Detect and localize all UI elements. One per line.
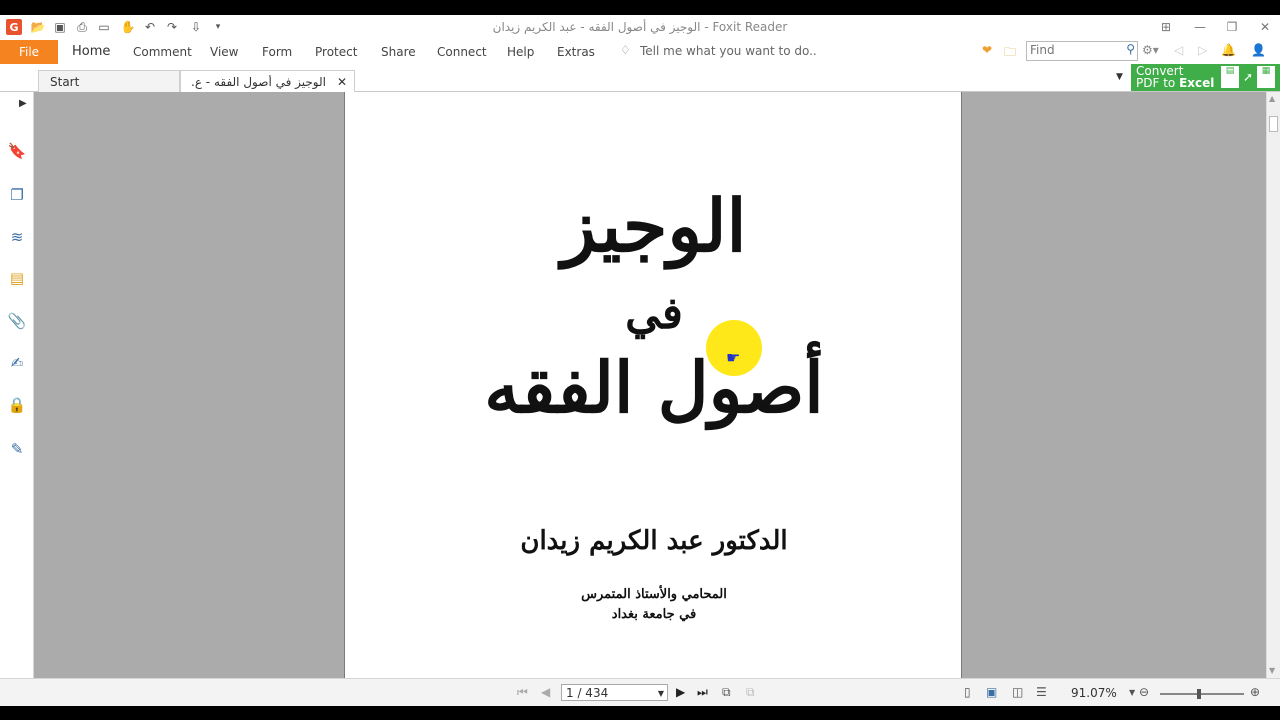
document-view[interactable]: الوجيز في أصول الفقه الدكتور عبد الكريم … (34, 92, 1266, 678)
find-input[interactable] (1027, 42, 1118, 58)
last-page-icon[interactable]: ⏭ (697, 685, 708, 700)
scroll-down-icon[interactable]: ▼ (1269, 666, 1275, 675)
ribbon-layout-icon[interactable]: ⊞ (1154, 17, 1178, 37)
minimize-button[interactable]: — (1188, 17, 1212, 37)
tab-document-label: الوجيز في أصول الفقه - ع... (191, 75, 326, 89)
hand-cursor-icon: ☛ (726, 348, 741, 367)
menu-connect[interactable]: Connect (437, 45, 487, 59)
next-page-icon[interactable]: ▶ (676, 685, 685, 699)
user-account-icon[interactable]: 👤 (1251, 43, 1266, 57)
page-dropdown-icon[interactable]: ▼ (658, 689, 664, 698)
heart-icon[interactable]: ❤ (982, 43, 992, 57)
tab-start[interactable]: Start (38, 70, 180, 92)
bookmark-icon[interactable]: 🔖 (6, 140, 28, 162)
settings-gear-icon[interactable]: ⚙▾ (1142, 43, 1159, 57)
title-bar: G 📂 ▣ ⎙ ▭ ✋ ↶ ↷ ⇩ ▾ الوجيز في أصول الفقه… (0, 15, 1280, 40)
next-view-icon[interactable]: ⧉ (746, 685, 755, 700)
first-page-icon[interactable]: ⏮ (517, 685, 528, 700)
black-border-bottom (0, 706, 1280, 720)
menu-file[interactable]: File (0, 40, 58, 64)
convert-pdf-to-excel-banner[interactable]: Convert PDF to Excel ▤ ➚ ▦ (1131, 64, 1280, 91)
close-tab-icon[interactable]: ✕ (337, 75, 347, 89)
author-name: الدكتور عبد الكريم زيدان (520, 526, 788, 556)
previous-page-icon[interactable]: ◀ (541, 685, 550, 699)
expand-panel-icon[interactable]: ▶ (19, 98, 27, 109)
zoom-out-icon[interactable]: ⊖ (1139, 685, 1149, 699)
page-number-field[interactable]: 1 / 434 ▼ (561, 684, 668, 701)
document-tabs: Start الوجيز في أصول الفقه - ع... ✕ ▼ Co… (0, 64, 1280, 92)
menu-comment[interactable]: Comment (133, 45, 192, 59)
find-box[interactable]: ⚲ (1026, 41, 1138, 61)
back-arrow-icon[interactable]: ◁ (1174, 43, 1183, 57)
menu-protect[interactable]: Protect (315, 45, 357, 59)
convert-line2: PDF to Excel (1136, 76, 1215, 90)
pages-icon[interactable]: ❐ (6, 184, 28, 206)
zoom-level[interactable]: 91.07% (1071, 686, 1117, 700)
book-title-line2: في (625, 288, 683, 339)
comments-icon[interactable]: ▤ (6, 267, 28, 289)
zoom-slider-knob[interactable] (1197, 689, 1201, 699)
security-icon[interactable]: 🔒 (6, 394, 28, 416)
zoom-slider[interactable] (1160, 689, 1244, 699)
notification-bell-icon[interactable]: 🔔 (1221, 43, 1236, 57)
author-role-line1: المحامي والأستاذ المتمرس (581, 587, 727, 602)
excel-doc-icon: ▦ (1257, 66, 1275, 88)
black-border-top (0, 0, 1280, 15)
author-role-line2: في جامعة بغداد (611, 607, 697, 622)
page-indicator: 1 / 434 (566, 686, 609, 700)
menu-share[interactable]: Share (381, 45, 416, 59)
menu-bar: File Home Comment View Form Protect Shar… (0, 40, 1280, 64)
window-title: الوجيز في أصول الفقه - عبد الكريم زيدان … (492, 20, 788, 34)
menu-extras[interactable]: Extras (557, 45, 595, 59)
search-icon[interactable]: ⚲ (1126, 42, 1135, 56)
forward-arrow-icon[interactable]: ▷ (1198, 43, 1207, 57)
zoom-dropdown-icon[interactable]: ▼ (1129, 688, 1135, 697)
menu-view[interactable]: View (210, 45, 238, 59)
restore-button[interactable]: ❐ (1220, 17, 1244, 37)
layers-icon[interactable]: ≋ (6, 226, 28, 248)
menu-form[interactable]: Form (262, 45, 292, 59)
pdf-doc-icon: ▤ (1221, 66, 1239, 88)
continuous-facing-view-icon[interactable]: ☰ (1036, 685, 1047, 699)
tab-document[interactable]: الوجيز في أصول الفقه - ع... ✕ (180, 70, 355, 92)
single-page-view-icon[interactable]: ▯ (964, 685, 971, 699)
continuous-view-icon[interactable]: ▣ (986, 685, 997, 699)
convert-arrow-icon: ➚ (1243, 70, 1254, 84)
menu-help[interactable]: Help (507, 45, 534, 59)
status-bar: ⏮ ◀ 1 / 434 ▼ ▶ ⏭ ⧉ ⧉ ▯ ▣ ◫ ☰ 91.07% ▼ ⊖… (0, 678, 1280, 706)
lightbulb-icon: ♢ (620, 43, 631, 57)
previous-view-icon[interactable]: ⧉ (722, 685, 731, 700)
menu-home[interactable]: Home (72, 44, 110, 59)
signatures-icon[interactable]: ✍ (6, 352, 28, 374)
scroll-thumb[interactable] (1269, 116, 1278, 132)
book-title-line1: الوجيز (561, 183, 747, 268)
pdf-page[interactable]: الوجيز في أصول الفقه الدكتور عبد الكريم … (344, 92, 962, 678)
attachments-icon[interactable]: 📎 (6, 310, 28, 332)
zoom-in-icon[interactable]: ⊕ (1250, 685, 1260, 699)
book-title-line3: أصول الفقه (484, 346, 824, 429)
close-window-button[interactable]: ✕ (1253, 17, 1277, 37)
folder-search-icon[interactable]: 🗀 (1004, 43, 1016, 64)
facing-view-icon[interactable]: ◫ (1012, 685, 1023, 699)
scroll-up-icon[interactable]: ▲ (1269, 94, 1275, 103)
tab-start-label: Start (50, 75, 80, 89)
navigation-sidebar: ▶ 🔖 ❐ ≋ ▤ 📎 ✍ 🔒 ✎ (0, 92, 34, 678)
tell-me-search[interactable]: Tell me what you want to do.. (640, 44, 817, 58)
tab-list-dropdown-icon[interactable]: ▼ (1116, 72, 1123, 82)
tools-icon[interactable]: ✎ (6, 438, 28, 460)
vertical-scrollbar[interactable]: ▲ ▼ (1266, 92, 1280, 678)
